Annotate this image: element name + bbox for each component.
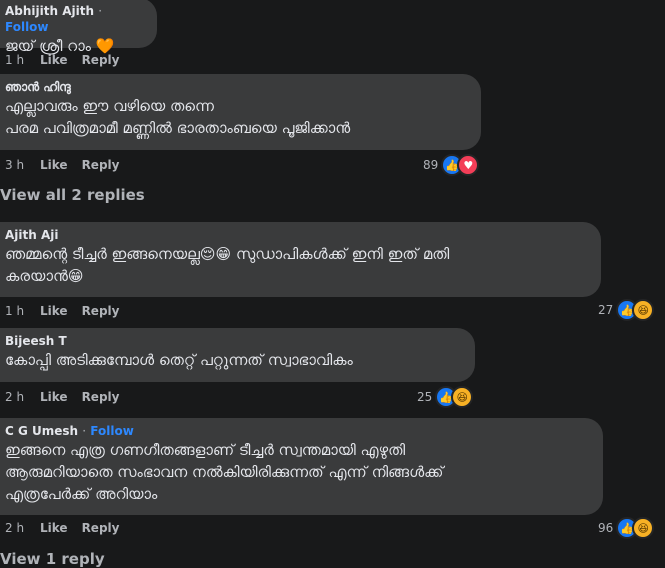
reaction-summary[interactable]: 96 👍 😆: [598, 517, 655, 539]
comment-time[interactable]: 2 h: [0, 521, 40, 535]
haha-icon: 😆: [451, 386, 474, 408]
comment-author-row: Abhijith Ajith · Follow: [5, 3, 145, 35]
reaction-count: 89: [423, 158, 439, 172]
view-all-replies-link[interactable]: View all 2 replies: [0, 186, 145, 204]
reaction-summary[interactable]: 27 👍 😆: [598, 299, 655, 321]
haha-icon: 😆: [632, 299, 655, 321]
reaction-count: 25: [417, 390, 433, 404]
comment-time[interactable]: 3 h: [0, 158, 40, 172]
comment-time[interactable]: 1 h: [0, 304, 40, 318]
reaction-summary[interactable]: 25 👍 😆: [417, 386, 474, 408]
comment-bubble: ഞാൻ ഹിന്ദു എല്ലാവരും ഈ വഴിയെ തന്നെ പരമ പ…: [0, 74, 481, 150]
reaction-summary[interactable]: 89 👍 ♥: [423, 154, 480, 176]
reply-button[interactable]: Reply: [82, 390, 120, 404]
comment-bubble: Ajith Aji ഞമ്മന്റെ ടീച്ചർ ഇങ്ങനെയല്ല😌😁 സ…: [0, 222, 601, 297]
comment-bubble: C G Umesh · Follow ഇങ്ങനെ എത്ര ഗണഗീതങ്ങള…: [0, 418, 603, 515]
separator-dot: ·: [82, 424, 87, 438]
comment-bubble: Abhijith Ajith · Follow ജയ് ശ്രീ റാം 🧡: [0, 0, 157, 55]
reply-button[interactable]: Reply: [82, 53, 120, 67]
comment-actions: 1 h Like Reply: [0, 51, 133, 69]
comment-actions: 2 h Like Reply: [0, 519, 133, 537]
reply-button[interactable]: Reply: [82, 158, 120, 172]
follow-button[interactable]: Follow: [90, 424, 134, 438]
reply-button[interactable]: Reply: [82, 304, 120, 318]
comment-bubble: Bijeesh T കോപ്പി അടിക്കുമ്പോൾ തെറ്റ് പറ്…: [0, 328, 475, 382]
reply-button[interactable]: Reply: [82, 521, 120, 535]
comment-author-row: C G Umesh · Follow: [5, 423, 591, 439]
comment-text: എല്ലാവരും ഈ വഴിയെ തന്നെ പരമ പവിത്രമാമീ മ…: [5, 97, 351, 137]
comment-text: ഞമ്മന്റെ ടീച്ചർ ഇങ്ങനെയല്ല😌😁 സുഡാപികൾക്ക…: [5, 245, 450, 285]
comment-time[interactable]: 2 h: [0, 390, 40, 404]
comment-actions: 1 h Like Reply: [0, 302, 133, 320]
view-replies-link[interactable]: View 1 reply: [0, 550, 105, 568]
comment-actions: 3 h Like Reply: [0, 156, 133, 174]
comment-text: കോപ്പി അടിക്കുമ്പോൾ തെറ്റ് പറ്റുന്നത് സ്…: [5, 351, 353, 369]
comment-author[interactable]: ഞാൻ ഹിന്ദു: [5, 79, 469, 95]
comment-text: ഇങ്ങനെ എത്ര ഗണഗീതങ്ങളാണ് ടീച്ചർ സ്വന്തമാ…: [5, 441, 444, 503]
haha-icon: 😆: [632, 517, 655, 539]
comment-author[interactable]: C G Umesh: [5, 424, 78, 438]
comment-author[interactable]: Abhijith Ajith: [5, 4, 94, 18]
comment-actions: 2 h Like Reply: [0, 388, 133, 406]
like-button[interactable]: Like: [40, 53, 68, 67]
love-icon: ♥: [457, 154, 480, 176]
comment-author[interactable]: Ajith Aji: [5, 227, 589, 243]
comment-author[interactable]: Bijeesh T: [5, 333, 463, 349]
like-button[interactable]: Like: [40, 304, 68, 318]
like-button[interactable]: Like: [40, 158, 68, 172]
separator-dot: ·: [98, 4, 103, 18]
like-button[interactable]: Like: [40, 521, 68, 535]
follow-button[interactable]: Follow: [5, 20, 49, 34]
like-button[interactable]: Like: [40, 390, 68, 404]
reaction-count: 96: [598, 521, 614, 535]
comment-time[interactable]: 1 h: [0, 53, 40, 67]
reaction-count: 27: [598, 303, 614, 317]
